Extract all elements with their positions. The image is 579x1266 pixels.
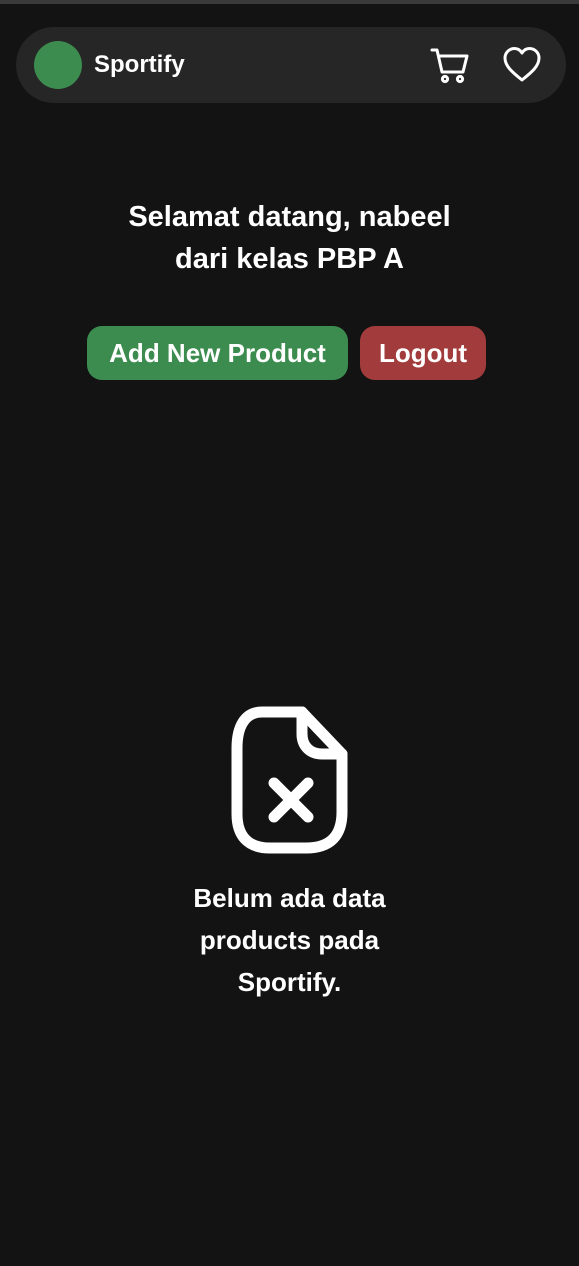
cart-icon[interactable] — [430, 45, 470, 85]
empty-line-3: Sportify. — [237, 967, 342, 997]
welcome-line-2: dari kelas PBP A — [175, 243, 404, 275]
logo-avatar[interactable] — [34, 41, 82, 89]
empty-state-message: Belum ada data products pada Sportify. — [0, 877, 579, 1003]
empty-line-1: Belum ada data — [193, 883, 386, 913]
welcome-message: Selamat datang, nabeel dari kelas PBP A — [0, 196, 579, 280]
heart-icon[interactable] — [502, 45, 542, 85]
brand-name[interactable]: Sportify — [94, 27, 185, 103]
empty-line-2: products pada — [199, 925, 380, 955]
file-x-icon — [226, 704, 354, 856]
navbar: Sportify — [16, 27, 566, 103]
logout-button[interactable]: Logout — [360, 326, 486, 380]
top-border — [0, 0, 579, 4]
add-new-product-button[interactable]: Add New Product — [87, 326, 348, 380]
welcome-line-1: Selamat datang, nabeel — [128, 201, 451, 233]
